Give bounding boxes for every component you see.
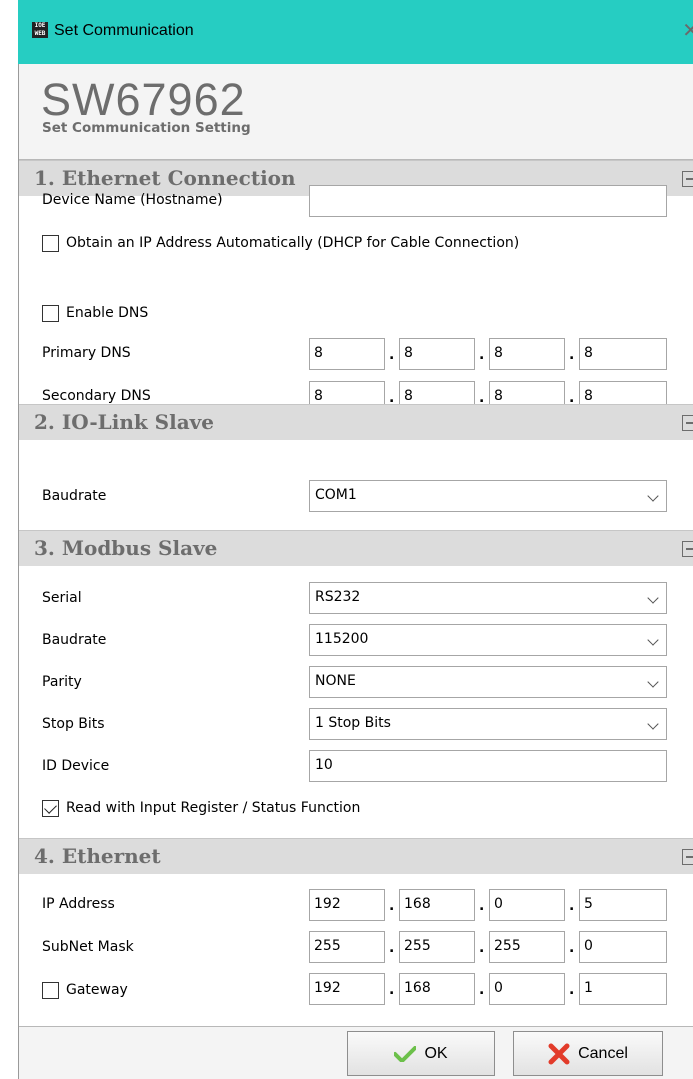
chevron-down-icon	[647, 676, 659, 688]
section-title: 3. Modbus Slave	[34, 536, 218, 560]
stopbits-select[interactable]: 1 Stop Bits	[309, 708, 667, 740]
device-name-input[interactable]	[309, 185, 667, 217]
ip-dot: .	[569, 940, 575, 956]
parity-select[interactable]: NONE	[309, 666, 667, 698]
primary-dns-octet-2[interactable]: 8	[399, 338, 475, 370]
id-device-label: ID Device	[42, 758, 110, 774]
modbus-baudrate-select[interactable]: 115200	[309, 624, 667, 656]
device-name-label: Device Name (Hostname)	[42, 192, 223, 208]
ip-octet-3[interactable]: 0	[489, 889, 565, 921]
collapse-icon[interactable]	[682, 849, 693, 865]
gateway-checkbox[interactable]	[42, 982, 59, 999]
dialog-body: SW67962 Set Communication Setting 1. Eth…	[18, 64, 693, 1079]
ip-dot: .	[389, 347, 395, 363]
section-title: 2. IO-Link Slave	[34, 410, 215, 434]
parity-value: NONE	[315, 673, 356, 689]
chevron-down-icon	[647, 592, 659, 604]
collapse-icon[interactable]	[682, 171, 693, 187]
modbus-baudrate-value: 115200	[315, 631, 369, 647]
id-device-input[interactable]: 10	[309, 750, 667, 782]
product-code: SW67962	[41, 74, 246, 125]
secondary-dns-label: Secondary DNS	[42, 388, 151, 404]
ip-octet-4[interactable]: 5	[579, 889, 667, 921]
ip-octet-1[interactable]: 192	[309, 889, 385, 921]
read-input-checkbox-row[interactable]: Read with Input Register / Status Functi…	[42, 800, 462, 820]
ip-dot: .	[479, 982, 485, 998]
ip-dot: .	[479, 940, 485, 956]
serial-select[interactable]: RS232	[309, 582, 667, 614]
primary-dns-label: Primary DNS	[42, 345, 131, 361]
read-input-checkbox[interactable]	[42, 800, 59, 817]
mask-octet-3[interactable]: 255	[489, 931, 565, 963]
ip-address-label: IP Address	[42, 896, 115, 912]
parity-label: Parity	[42, 674, 82, 690]
gateway-octet-2[interactable]: 168	[399, 973, 475, 1005]
app-web-icon: IOE WEB	[32, 22, 48, 38]
close-icon[interactable]: ✕	[682, 18, 693, 42]
dns-checkbox[interactable]	[42, 305, 59, 322]
chevron-down-icon	[647, 718, 659, 730]
stopbits-label: Stop Bits	[42, 716, 105, 732]
section-modbus-slave[interactable]: 3. Modbus Slave	[19, 530, 693, 566]
dhcp-checkbox-row[interactable]: Obtain an IP Address Automatically (DHCP…	[42, 235, 662, 255]
page-header: SW67962 Set Communication Setting	[19, 64, 693, 160]
subnet-mask-label: SubNet Mask	[42, 939, 134, 955]
cancel-label: Cancel	[578, 1044, 628, 1062]
modbus-baudrate-label: Baudrate	[42, 632, 107, 648]
ip-dot: .	[569, 898, 575, 914]
ok-button[interactable]: OK	[347, 1031, 495, 1076]
section-io-link-slave[interactable]: 2. IO-Link Slave	[19, 404, 693, 440]
chevron-down-icon	[647, 490, 659, 502]
cancel-button[interactable]: Cancel	[513, 1031, 663, 1076]
io-baudrate-value: COM1	[315, 487, 357, 503]
collapse-icon[interactable]	[682, 541, 693, 557]
ip-dot: .	[389, 982, 395, 998]
section-title: 4. Ethernet	[34, 844, 161, 868]
read-input-label: Read with Input Register / Status Functi…	[66, 800, 361, 816]
section-ethernet[interactable]: 4. Ethernet	[19, 838, 693, 874]
ip-dot: .	[569, 982, 575, 998]
primary-dns-octet-1[interactable]: 8	[309, 338, 385, 370]
dialog-footer: OK Cancel	[19, 1026, 693, 1079]
gateway-checkbox-row[interactable]: Gateway	[42, 982, 192, 1002]
gateway-octet-4[interactable]: 1	[579, 973, 667, 1005]
serial-label: Serial	[42, 590, 82, 606]
mask-octet-4[interactable]: 0	[579, 931, 667, 963]
ip-dot: .	[389, 898, 395, 914]
gateway-octet-1[interactable]: 192	[309, 973, 385, 1005]
dhcp-checkbox[interactable]	[42, 235, 59, 252]
gateway-label: Gateway	[66, 982, 128, 998]
mask-octet-1[interactable]: 255	[309, 931, 385, 963]
ip-dot: .	[389, 940, 395, 956]
collapse-icon[interactable]	[682, 415, 693, 431]
gateway-octet-3[interactable]: 0	[489, 973, 565, 1005]
chevron-down-icon	[647, 634, 659, 646]
dhcp-label: Obtain an IP Address Automatically (DHCP…	[66, 235, 520, 251]
checkmark-icon	[394, 1045, 417, 1062]
dns-checkbox-row[interactable]: Enable DNS	[42, 305, 242, 325]
stopbits-value: 1 Stop Bits	[315, 715, 391, 731]
window-titlebar: IOE WEB Set Communication ✕	[18, 0, 693, 64]
dns-label: Enable DNS	[66, 305, 149, 321]
ip-dot: .	[479, 347, 485, 363]
window-title: Set Communication	[54, 22, 194, 39]
ok-label: OK	[424, 1044, 448, 1062]
section-title: 1. Ethernet Connection	[34, 166, 296, 190]
primary-dns-octet-3[interactable]: 8	[489, 338, 565, 370]
serial-value: RS232	[315, 589, 361, 605]
io-baudrate-select[interactable]: COM1	[309, 480, 667, 512]
mask-octet-2[interactable]: 255	[399, 931, 475, 963]
io-baudrate-label: Baudrate	[42, 488, 107, 504]
primary-dns-octet-4[interactable]: 8	[579, 338, 667, 370]
ip-dot: .	[569, 347, 575, 363]
page-subtitle: Set Communication Setting	[42, 120, 251, 136]
ip-dot: .	[479, 898, 485, 914]
red-x-icon	[548, 1043, 570, 1064]
ip-octet-2[interactable]: 168	[399, 889, 475, 921]
